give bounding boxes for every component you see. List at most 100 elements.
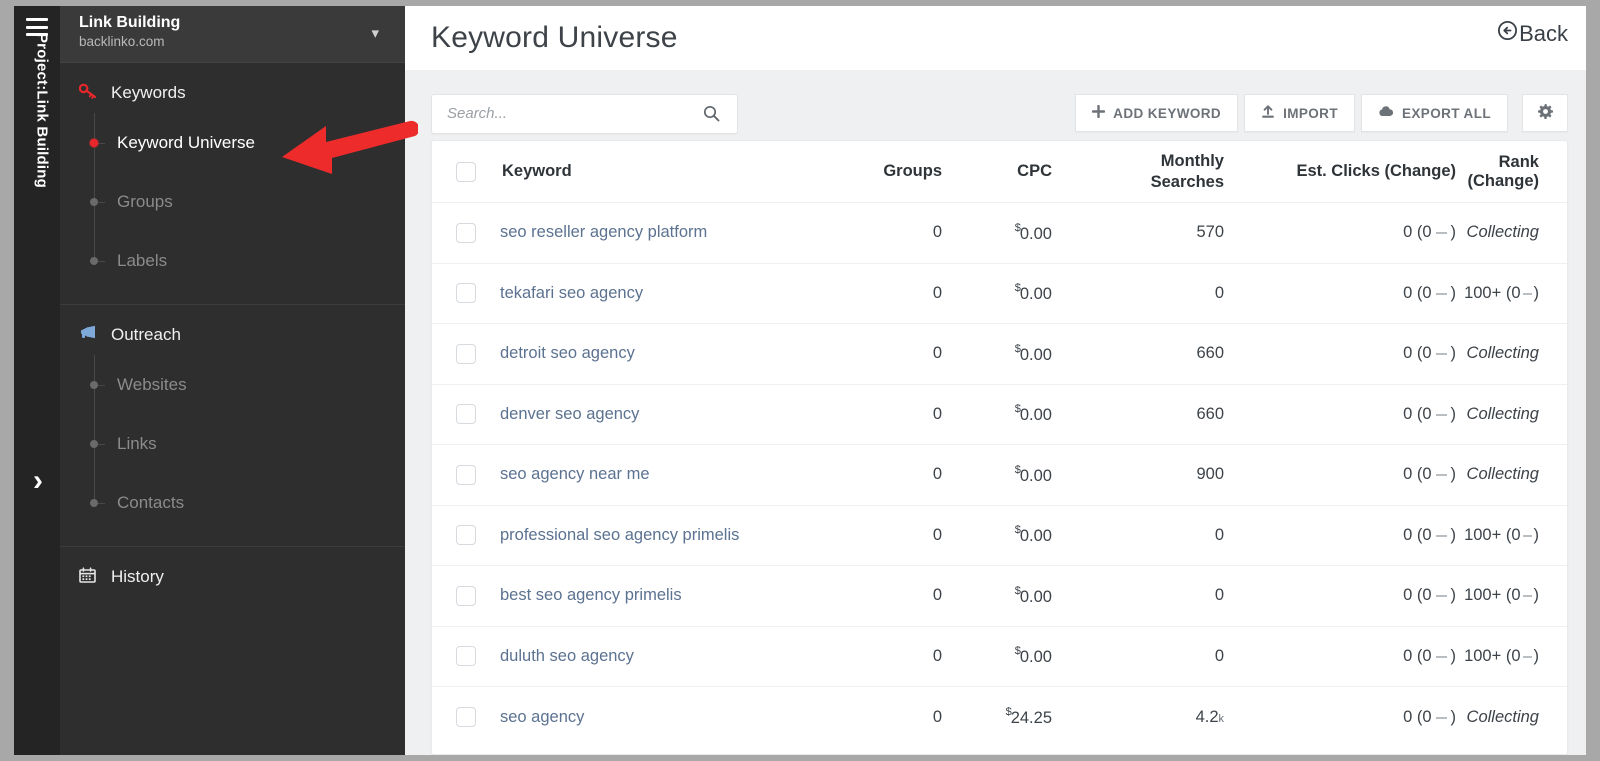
monthly-value: 570 xyxy=(1196,223,1224,241)
sidebar-item-labels[interactable]: Labels xyxy=(79,231,405,290)
table-row[interactable]: tekafari seo agency0$0.0000 (0)100+ (0) xyxy=(432,263,1567,324)
row-checkbox[interactable] xyxy=(456,646,476,666)
bullet-icon xyxy=(90,499,98,507)
cell-monthly-searches: 900 xyxy=(1052,445,1224,506)
row-select-cell xyxy=(432,687,500,748)
sidebar-item-keywords-label: Keywords xyxy=(111,83,186,103)
search-input[interactable]: Search... xyxy=(431,94,738,134)
bullet-icon xyxy=(90,257,98,265)
sidebar-item-history-label: History xyxy=(111,567,164,587)
cell-monthly-searches: 0 xyxy=(1052,505,1224,566)
chevron-down-icon[interactable]: ▾ xyxy=(371,24,379,42)
clicks-value: 0 (0 xyxy=(1403,223,1431,241)
no-change-icon xyxy=(1436,535,1447,537)
sidebar-item-websites[interactable]: Websites xyxy=(79,355,405,414)
back-button-label: Back xyxy=(1519,21,1568,47)
clicks-value: 0 (0 xyxy=(1403,708,1431,726)
search-icon[interactable] xyxy=(703,105,720,127)
export-all-label: EXPORT ALL xyxy=(1402,106,1491,121)
table-row[interactable]: best seo agency primelis0$0.0000 (0)100+… xyxy=(432,566,1567,627)
rank-close: ) xyxy=(1534,647,1540,665)
cell-keyword[interactable]: seo agency near me xyxy=(500,445,834,506)
cell-keyword[interactable]: tekafari seo agency xyxy=(500,263,834,324)
table-body: seo reseller agency platform0$0.005700 (… xyxy=(432,203,1567,748)
row-checkbox[interactable] xyxy=(456,404,476,424)
import-button[interactable]: IMPORT xyxy=(1244,94,1355,132)
no-change-icon xyxy=(1523,595,1532,597)
cell-keyword[interactable]: detroit seo agency xyxy=(500,324,834,385)
cell-cpc: $0.00 xyxy=(942,505,1052,566)
col-cpc[interactable]: CPC xyxy=(942,141,1052,203)
cell-keyword[interactable]: seo reseller agency platform xyxy=(500,203,834,264)
plus-icon xyxy=(1092,105,1105,121)
row-checkbox[interactable] xyxy=(456,465,476,485)
rank-value: Collecting xyxy=(1467,405,1539,423)
monthly-value: 0 xyxy=(1215,526,1224,544)
table-row[interactable]: denver seo agency0$0.006600 (0)Collectin… xyxy=(432,384,1567,445)
no-change-icon xyxy=(1436,353,1447,355)
no-change-icon xyxy=(1436,656,1447,658)
row-select-cell xyxy=(432,566,500,627)
sidebar-item-keyword-universe-label: Keyword Universe xyxy=(117,133,255,153)
row-checkbox[interactable] xyxy=(456,707,476,727)
row-checkbox[interactable] xyxy=(456,223,476,243)
row-checkbox[interactable] xyxy=(456,586,476,606)
row-checkbox[interactable] xyxy=(456,344,476,364)
nav-group-history: History xyxy=(60,547,405,603)
col-rank[interactable]: Rank (Change) xyxy=(1456,141,1567,203)
no-change-icon xyxy=(1523,535,1532,537)
cell-keyword[interactable]: denver seo agency xyxy=(500,384,834,445)
cell-keyword[interactable]: seo agency xyxy=(500,687,834,748)
sidebar-item-keywords[interactable]: Keywords xyxy=(60,73,405,113)
back-button[interactable]: Back xyxy=(1497,20,1568,47)
upload-icon xyxy=(1261,105,1275,122)
table-row[interactable]: detroit seo agency0$0.006600 (0)Collecti… xyxy=(432,324,1567,385)
export-all-button[interactable]: EXPORT ALL xyxy=(1361,94,1508,132)
row-checkbox[interactable] xyxy=(456,283,476,303)
no-change-icon xyxy=(1523,293,1532,295)
chevron-right-icon[interactable]: › xyxy=(26,462,50,500)
col-monthly-searches[interactable]: Monthly Searches xyxy=(1052,141,1224,203)
table-row[interactable]: professional seo agency primelis0$0.0000… xyxy=(432,505,1567,566)
cell-rank: 100+ (0) xyxy=(1456,566,1567,627)
project-switcher[interactable]: Link Building backlinko.com ▾ xyxy=(60,6,405,63)
cell-est-clicks: 0 (0) xyxy=(1224,203,1456,264)
settings-button[interactable] xyxy=(1522,94,1568,132)
monthly-value: 0 xyxy=(1215,647,1224,665)
search-placeholder: Search... xyxy=(447,105,507,122)
cell-keyword[interactable]: best seo agency primelis xyxy=(500,566,834,627)
sidebar-item-outreach[interactable]: Outreach xyxy=(60,315,405,355)
col-groups[interactable]: Groups xyxy=(834,141,942,203)
rank-value: Collecting xyxy=(1467,223,1539,241)
col-est-clicks[interactable]: Est. Clicks (Change) xyxy=(1224,141,1456,203)
keywords-subnav: Keyword Universe Groups Labels xyxy=(60,113,405,290)
col-keyword[interactable]: Keyword xyxy=(500,141,834,203)
sidebar-item-history[interactable]: History xyxy=(60,557,405,597)
table-header-row: Keyword Groups CPC Monthly Searches Est.… xyxy=(432,141,1567,203)
sidebar-item-contacts[interactable]: Contacts xyxy=(79,473,405,532)
sidebar-item-links-label: Links xyxy=(117,434,157,454)
add-keyword-button[interactable]: ADD KEYWORD xyxy=(1075,94,1238,132)
row-select-cell xyxy=(432,263,500,324)
monthly-suffix: k xyxy=(1219,713,1225,725)
cell-est-clicks: 0 (0) xyxy=(1224,324,1456,385)
screen-root: Project:Link Building › Link Building ba… xyxy=(0,0,1600,761)
cell-keyword[interactable]: duluth seo agency xyxy=(500,626,834,687)
sidebar-item-keyword-universe[interactable]: Keyword Universe xyxy=(79,113,405,172)
sidebar-item-links[interactable]: Links xyxy=(79,414,405,473)
row-checkbox[interactable] xyxy=(456,525,476,545)
cell-groups: 0 xyxy=(834,263,942,324)
sidebar-item-groups[interactable]: Groups xyxy=(79,172,405,231)
table-row[interactable]: seo agency near me0$0.009000 (0)Collecti… xyxy=(432,445,1567,506)
cell-keyword[interactable]: professional seo agency primelis xyxy=(500,505,834,566)
cell-rank: Collecting xyxy=(1456,445,1567,506)
table-row[interactable]: seo agency0$24.254.2k0 (0)Collecting xyxy=(432,687,1567,748)
cell-groups: 0 xyxy=(834,384,942,445)
rank-close: ) xyxy=(1534,526,1540,544)
table-row[interactable]: duluth seo agency0$0.0000 (0)100+ (0) xyxy=(432,626,1567,687)
select-all-checkbox[interactable] xyxy=(456,162,476,182)
cell-cpc: $0.00 xyxy=(942,384,1052,445)
row-select-cell xyxy=(432,626,500,687)
cell-monthly-searches: 4.2k xyxy=(1052,687,1224,748)
table-row[interactable]: seo reseller agency platform0$0.005700 (… xyxy=(432,203,1567,264)
